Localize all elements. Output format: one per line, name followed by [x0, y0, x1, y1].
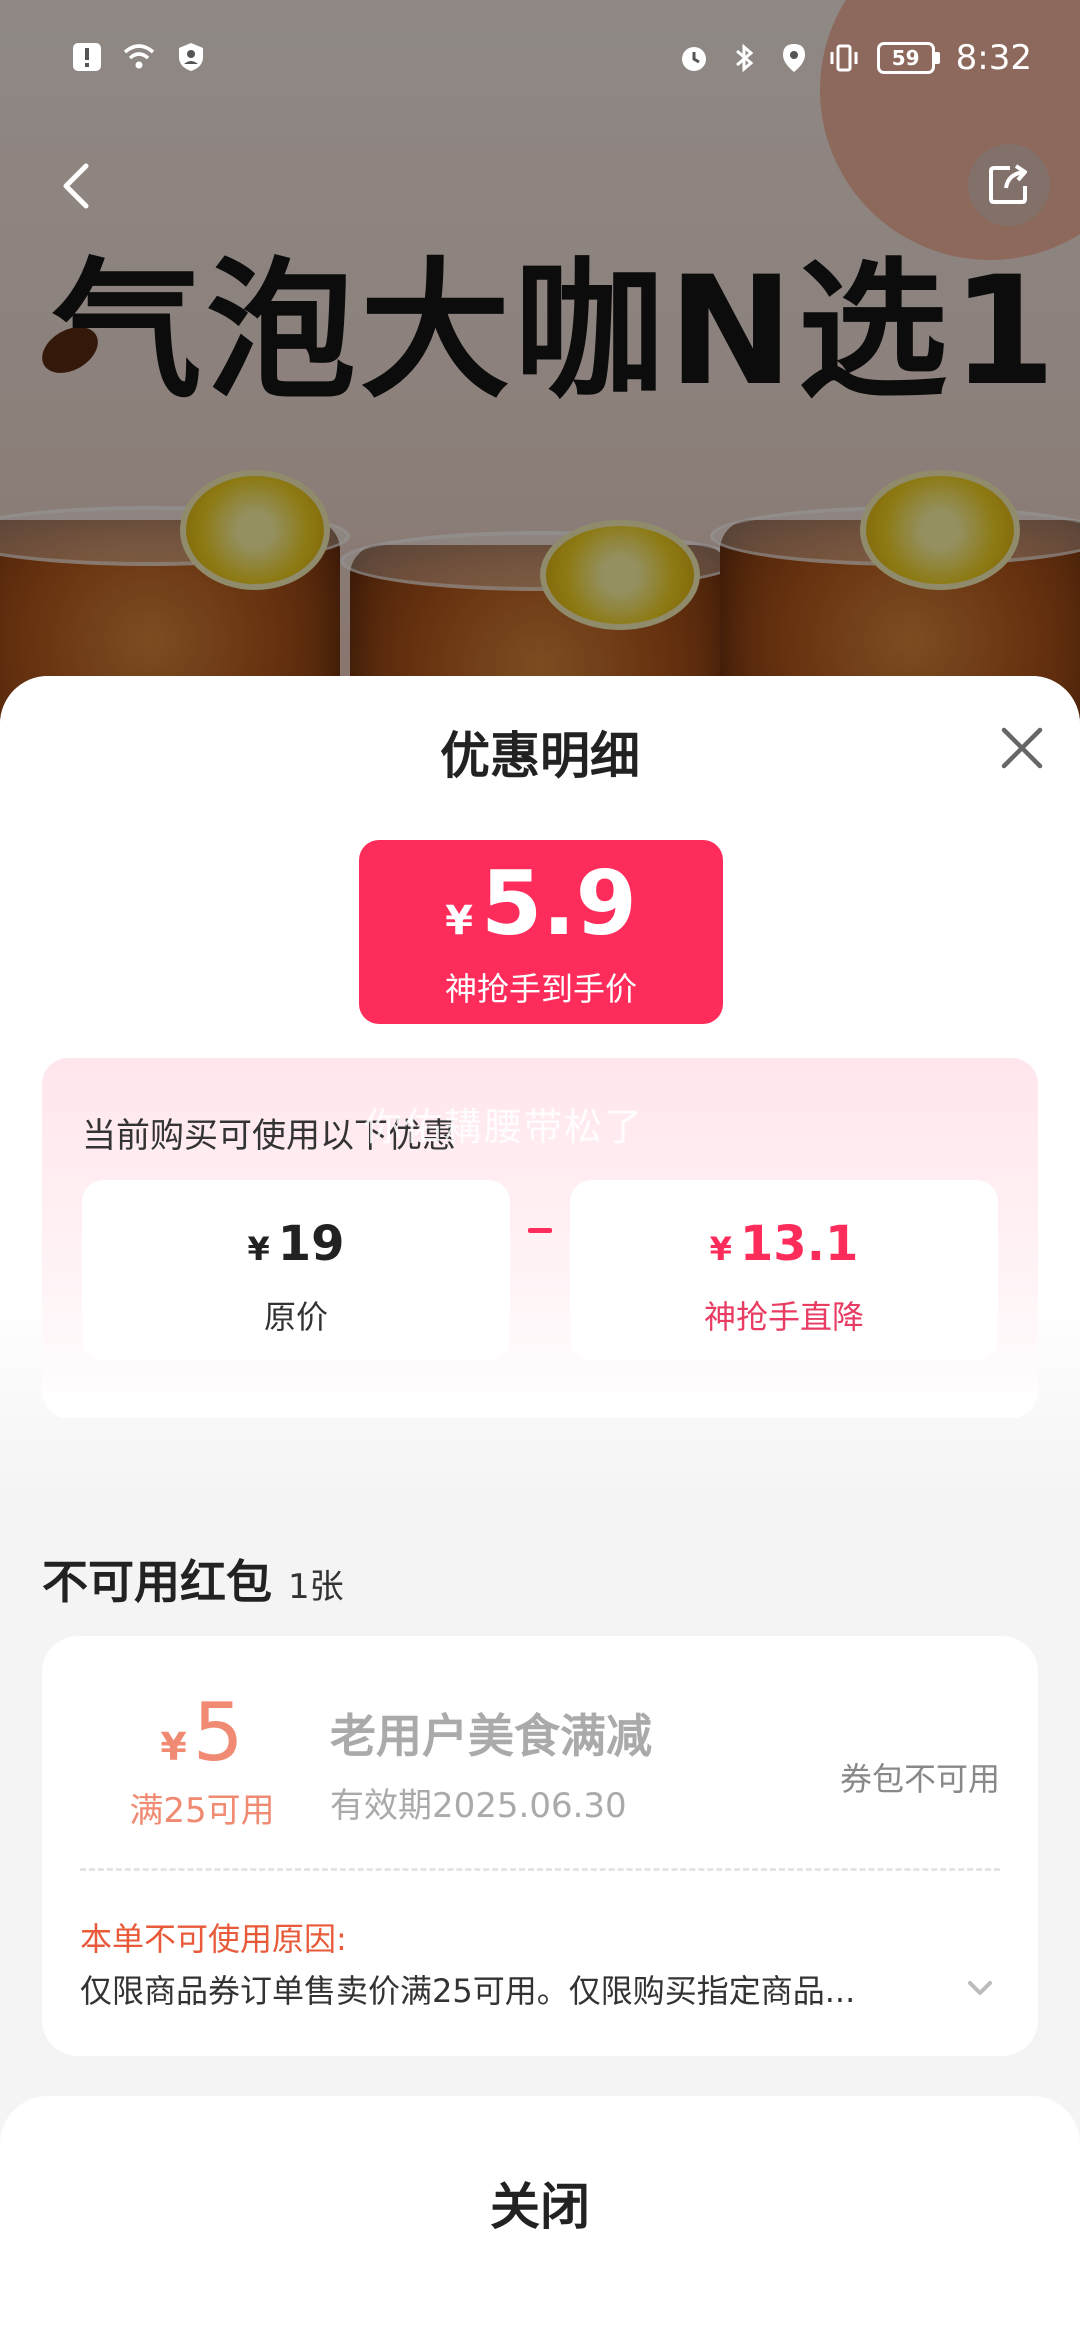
vibrate-icon	[830, 44, 858, 72]
vpn-shield-icon	[179, 43, 203, 71]
original-price-value: 19	[277, 1216, 345, 1272]
chevron-down-icon[interactable]	[962, 1970, 998, 2006]
clock-time: 8:32	[955, 38, 1032, 78]
coupon-card[interactable]: ¥ 5 满25可用 老用户美食满减 有效期2025.06.30 券包不可用 本单…	[42, 1636, 1038, 2056]
final-price-label: 神抢手到手价	[444, 970, 637, 1008]
original-price-label: 原价	[263, 1298, 328, 1336]
reduction-value: 13.1	[739, 1216, 859, 1272]
share-button[interactable]	[968, 144, 1050, 226]
coupon-amount-value: 5	[192, 1686, 244, 1779]
location-icon	[782, 44, 805, 72]
battery-level: 59	[876, 42, 935, 74]
status-bar: 59 8:32	[0, 0, 1080, 120]
final-price-badge: ¥ 5.9 神抢手到手价	[359, 840, 723, 1024]
unavailable-count: 1张	[288, 1567, 344, 1607]
dashed-divider	[80, 1868, 1000, 1871]
reduction-card: ¥ 13.1 神抢手直降	[570, 1180, 998, 1360]
currency-symbol: ¥	[247, 1230, 270, 1268]
discount-detail-sheet: 优惠明细 ¥ 5.9 神抢手到手价 当前购买可使用以下优惠 你佑耩腰带松了 ¥ …	[0, 676, 1080, 2340]
coupon-amount: ¥ 5 满25可用	[82, 1686, 322, 1832]
currency-symbol: ¥	[445, 898, 473, 944]
bottom-bar: 关闭	[0, 2096, 1080, 2340]
alarm-icon	[681, 47, 706, 71]
close-button[interactable]: 关闭	[0, 2152, 1080, 2262]
currency-symbol: ¥	[160, 1725, 187, 1769]
coupon-name: 老用户美食满减	[330, 1709, 652, 1763]
currency-symbol: ¥	[709, 1230, 732, 1268]
top-nav	[0, 140, 1080, 230]
close-icon[interactable]	[994, 720, 1050, 776]
alert-icon	[73, 43, 101, 71]
minus-sign	[528, 1228, 552, 1233]
coupon-status: 券包不可用	[839, 1760, 1000, 1798]
wifi-icon	[123, 44, 155, 69]
back-arrow-icon[interactable]	[52, 158, 102, 214]
battery-indicator: 59	[876, 42, 940, 74]
coupon-condition: 满25可用	[129, 1791, 275, 1831]
share-icon	[989, 164, 1027, 204]
unavailable-title: 不可用红包	[42, 1555, 272, 1609]
reason-text: 仅限商品券订单售卖价满25可用。仅限购买指定商品...	[80, 1972, 856, 2010]
bluetooth-icon	[735, 43, 753, 73]
unavailable-section-header: 不可用红包 1张	[42, 1546, 344, 1612]
final-price-value: 5.9	[480, 852, 637, 955]
reduction-label: 神抢手直降	[703, 1298, 864, 1336]
coupon-expiry: 有效期2025.06.30	[330, 1786, 627, 1826]
reason-title: 本单不可使用原因:	[80, 1920, 347, 1958]
original-price-card: ¥ 19 原价	[82, 1180, 510, 1360]
sheet-title: 优惠明细	[440, 727, 640, 785]
watermark-text: 你佑耩腰带松了	[364, 1105, 645, 1149]
discount-breakdown: 当前购买可使用以下优惠 你佑耩腰带松了 ¥ 19 原价 ¥ 13.1 神抢手直降	[42, 1058, 1038, 1418]
